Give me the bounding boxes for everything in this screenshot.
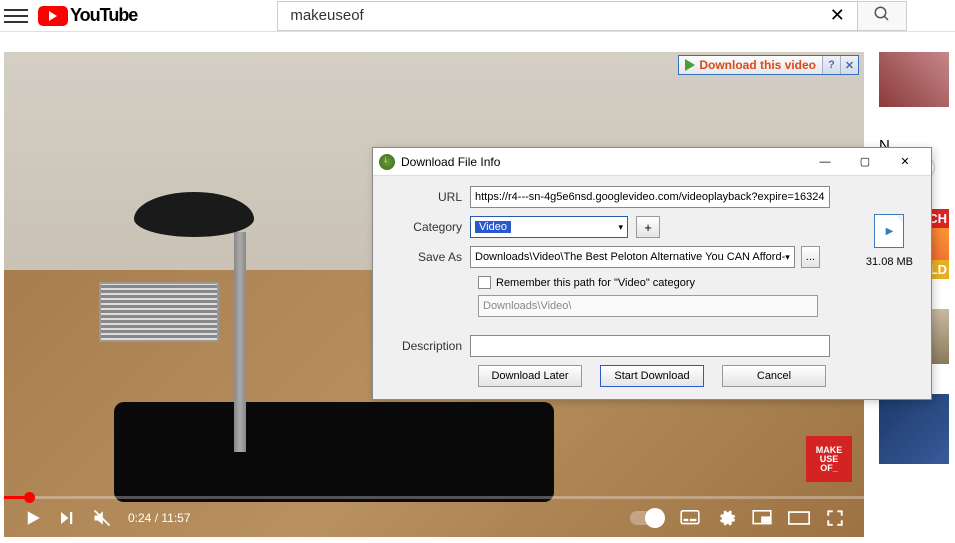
path-display: Downloads\Video\ bbox=[478, 295, 818, 317]
settings-button[interactable] bbox=[708, 508, 744, 528]
miniplayer-button[interactable] bbox=[744, 510, 780, 526]
search-input[interactable] bbox=[277, 1, 817, 31]
captions-button[interactable] bbox=[672, 510, 708, 526]
header-bar: YouTube ✕ bbox=[0, 0, 955, 32]
minimize-button[interactable]: — bbox=[805, 150, 845, 174]
youtube-logo[interactable]: YouTube bbox=[38, 5, 137, 26]
category-label: Category bbox=[385, 220, 470, 234]
idm-download-overlay: Download this video ? ✕ bbox=[678, 55, 859, 75]
time-display: 0:24 / 11:57 bbox=[120, 511, 199, 525]
description-input[interactable] bbox=[470, 335, 830, 357]
play-button[interactable] bbox=[16, 509, 50, 527]
cancel-button[interactable]: Cancel bbox=[722, 365, 826, 387]
hamburger-icon[interactable] bbox=[4, 9, 28, 23]
mute-button[interactable] bbox=[84, 508, 120, 528]
file-info-panel: 31.08 MB bbox=[866, 214, 913, 268]
next-button[interactable] bbox=[50, 509, 84, 527]
autoplay-toggle[interactable] bbox=[630, 511, 664, 525]
muo-watermark: MAKE USE OF_ bbox=[806, 436, 852, 482]
video-thumbnail[interactable] bbox=[879, 52, 949, 107]
dialog-title: Download File Info bbox=[401, 155, 805, 169]
category-combobox[interactable]: Video ▾ bbox=[470, 216, 628, 238]
dialog-titlebar[interactable]: Download File Info — ▢ ✕ bbox=[373, 148, 931, 176]
url-label: URL bbox=[385, 190, 470, 204]
saveas-combobox[interactable]: Downloads\Video\The Best Peloton Alterna… bbox=[470, 246, 795, 268]
player-controls: 0:24 / 11:57 bbox=[4, 499, 864, 537]
saveas-label: Save As bbox=[385, 250, 470, 264]
search-clear-button[interactable]: ✕ bbox=[817, 1, 857, 31]
download-file-info-dialog: Download File Info — ▢ ✕ 31.08 MB URL Ca… bbox=[372, 147, 932, 400]
youtube-text: YouTube bbox=[70, 5, 137, 26]
close-button[interactable]: ✕ bbox=[885, 150, 925, 174]
remember-path-label: Remember this path for "Video" category bbox=[496, 277, 695, 289]
chevron-down-icon: ▾ bbox=[618, 222, 623, 233]
add-category-button[interactable]: + bbox=[636, 216, 660, 238]
overlay-help-button[interactable]: ? bbox=[822, 56, 840, 74]
play-arrow-icon bbox=[685, 59, 695, 71]
video-file-icon bbox=[874, 214, 904, 248]
download-later-button[interactable]: Download Later bbox=[478, 365, 582, 387]
category-value: Video bbox=[475, 221, 511, 233]
video-thumbnail[interactable] bbox=[879, 394, 949, 464]
chevron-down-icon: ▾ bbox=[785, 252, 790, 263]
maximize-button[interactable]: ▢ bbox=[845, 150, 885, 174]
url-input[interactable] bbox=[470, 186, 830, 208]
remember-path-checkbox[interactable] bbox=[478, 276, 491, 289]
browse-button[interactable]: ... bbox=[801, 246, 820, 268]
search-icon bbox=[873, 5, 891, 26]
file-size-label: 31.08 MB bbox=[866, 256, 913, 268]
download-video-label: Download this video bbox=[699, 58, 816, 72]
theater-button[interactable] bbox=[780, 511, 818, 525]
description-label: Description bbox=[385, 339, 470, 353]
start-download-button[interactable]: Start Download bbox=[600, 365, 704, 387]
idm-icon bbox=[379, 154, 395, 170]
youtube-play-icon bbox=[38, 6, 68, 26]
overlay-close-button[interactable]: ✕ bbox=[840, 56, 858, 74]
search-bar: ✕ bbox=[277, 1, 907, 31]
search-button[interactable] bbox=[857, 1, 907, 31]
fullscreen-button[interactable] bbox=[818, 509, 852, 527]
saveas-value: Downloads\Video\The Best Peloton Alterna… bbox=[475, 251, 785, 263]
download-video-button[interactable]: Download this video bbox=[679, 56, 822, 74]
